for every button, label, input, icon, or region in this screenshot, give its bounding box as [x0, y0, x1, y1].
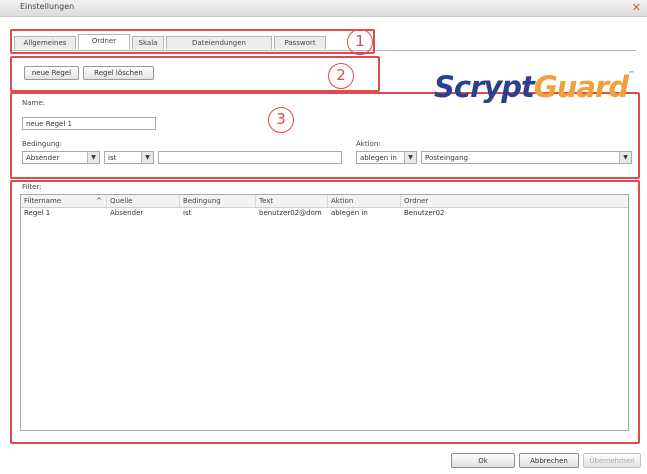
rule-list-header: Filtername ^ Quelle Bedingung Text Aktio…	[21, 195, 628, 208]
condition-operator-select[interactable]: ist ▼	[104, 151, 154, 164]
logo-trademark: ™	[628, 70, 635, 78]
target-folder-value: Posteingang	[425, 154, 468, 162]
callout-box-rule-editor	[10, 92, 640, 179]
cell-ordner: Benutzer02	[404, 209, 445, 217]
callout-number-1: 1	[347, 29, 373, 55]
cell-aktion: ablegen in	[331, 209, 368, 217]
callout-number-3: 3	[268, 107, 294, 133]
column-header-ordner[interactable]: Ordner	[401, 195, 628, 207]
column-header-aktion[interactable]: Aktion	[328, 195, 401, 207]
condition-source-value: Absender	[26, 154, 60, 162]
action-value: ablegen in	[360, 154, 397, 162]
filter-list-label: Filter:	[22, 183, 42, 191]
condition-source-select[interactable]: Absender ▼	[22, 151, 100, 164]
chevron-down-icon[interactable]: ▼	[619, 152, 631, 163]
column-header-filtername[interactable]: Filtername ^	[21, 195, 107, 207]
chevron-down-icon[interactable]: ▼	[404, 152, 416, 163]
cell-filtername: Regel 1	[24, 209, 51, 217]
cell-quelle: Absender	[110, 209, 144, 217]
rule-name-input[interactable]: neue Regel 1	[22, 117, 156, 130]
column-header-quelle[interactable]: Quelle	[107, 195, 180, 207]
new-rule-button[interactable]: neue Regel	[24, 66, 79, 80]
action-select[interactable]: ablegen in ▼	[356, 151, 417, 164]
chevron-down-icon[interactable]: ▼	[87, 152, 99, 163]
column-title: Filtername	[24, 197, 62, 205]
condition-operator-value: ist	[108, 154, 117, 162]
apply-button[interactable]: Übernehmen	[583, 453, 641, 468]
callout-number-2: 2	[328, 63, 354, 89]
condition-text-input[interactable]	[158, 151, 342, 164]
close-icon[interactable]: ✕	[632, 1, 641, 14]
column-header-text[interactable]: Text	[256, 195, 328, 207]
logo-text-guard: Guard	[533, 70, 629, 104]
delete-rule-button[interactable]: Regel löschen	[83, 66, 154, 80]
callout-box-tabs	[10, 29, 375, 54]
cell-bedingung: ist	[183, 209, 192, 217]
target-folder-select[interactable]: Posteingang ▼	[421, 151, 632, 164]
condition-label: Bedingung:	[22, 140, 63, 148]
logo-text-scrypt: Scrypt	[434, 70, 535, 104]
window-title: Einstellungen	[20, 2, 75, 11]
chevron-down-icon[interactable]: ▼	[141, 152, 153, 163]
window-titlebar: Einstellungen ✕	[0, 0, 647, 17]
sort-ascending-icon: ^	[96, 197, 102, 205]
cancel-button[interactable]: Abbrechen	[519, 453, 579, 468]
action-label: Aktion:	[356, 140, 381, 148]
ok-button[interactable]: Ok	[451, 453, 515, 468]
cell-text: benutzer02@dom	[259, 209, 322, 217]
scryptguard-logo: ScryptGuard™	[434, 70, 635, 104]
rule-list[interactable]: Filtername ^ Quelle Bedingung Text Aktio…	[20, 194, 629, 431]
name-label: Name:	[22, 99, 46, 107]
column-header-bedingung[interactable]: Bedingung	[180, 195, 256, 207]
